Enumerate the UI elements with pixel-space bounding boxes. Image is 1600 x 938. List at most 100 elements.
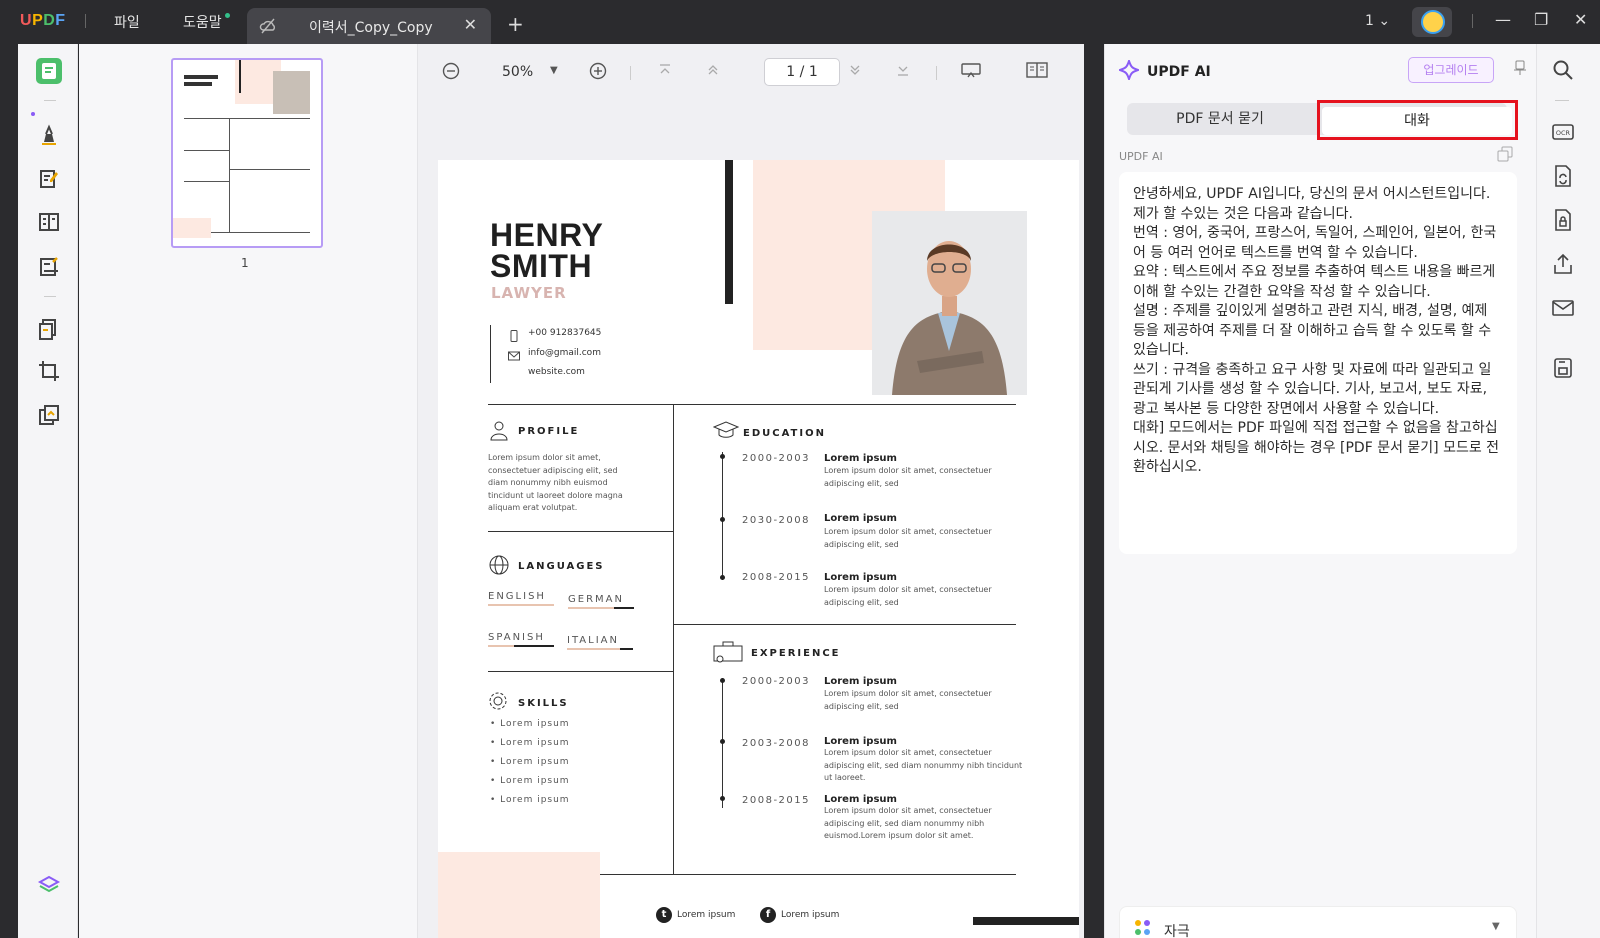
- highlight-box: [1317, 100, 1518, 140]
- experience-year: 2003-2008: [742, 738, 811, 749]
- zoom-in-icon[interactable]: [589, 62, 607, 84]
- menu-help[interactable]: 도움말: [183, 12, 222, 32]
- timeline-dot: [720, 739, 725, 744]
- next-page-icon[interactable]: [848, 62, 862, 81]
- ocr-icon[interactable]: OCR: [1551, 120, 1575, 144]
- message-sender-label: UPDF AI: [1119, 150, 1163, 163]
- layers-icon[interactable]: [36, 872, 62, 898]
- chevron-down-icon: ▼: [1492, 921, 1500, 932]
- view-toolbar: 50% ▼ 1 / 1: [418, 44, 1084, 100]
- tab-ask-pdf[interactable]: PDF 문서 묻기: [1127, 103, 1313, 135]
- account-button[interactable]: [1412, 7, 1452, 37]
- language-item: ENGLISH: [488, 591, 546, 602]
- experience-title: Lorem ipsum: [824, 736, 897, 747]
- experience-text: Lorem ipsum dolor sit amet, consectetuer…: [824, 689, 992, 711]
- experience-heading: EXPERIENCE: [751, 648, 841, 659]
- thumb-rule: [229, 169, 310, 170]
- resume-name: HENRY SMITH: [490, 219, 603, 282]
- crop-icon[interactable]: [36, 358, 62, 384]
- thumb-rule: [229, 118, 230, 232]
- toolbar-separator: [936, 66, 937, 80]
- pin-icon[interactable]: [1513, 60, 1527, 80]
- thumb-rule: [184, 150, 229, 151]
- section-rule: [488, 671, 673, 672]
- experience-text: Lorem ipsum dolor sit amet, consectetuer…: [824, 806, 992, 840]
- restore-button[interactable]: ❐: [1534, 10, 1548, 29]
- document-tab[interactable]: 이력서_Copy_Copy ✕: [247, 8, 491, 44]
- thumbnail-page-number: 1: [241, 256, 249, 270]
- current-page: 1: [786, 64, 796, 80]
- message-paragraph: 안녕하세요, UPDF AI입니다, 당신의 문서 어시스턴트입니다. 제가 할…: [1133, 186, 1491, 222]
- language-level-fill: [614, 607, 634, 609]
- page-number-input[interactable]: 1 / 1: [764, 58, 840, 86]
- education-timeline: [722, 452, 723, 580]
- active-indicator-dot: [31, 112, 35, 116]
- page-tools-icon[interactable]: [36, 402, 62, 428]
- svg-text:OCR: OCR: [1556, 129, 1571, 137]
- form-icon[interactable]: [36, 209, 62, 235]
- reader-mode-icon[interactable]: [36, 58, 62, 84]
- contact-divider: [490, 325, 491, 383]
- page-separator: /: [799, 64, 805, 80]
- skill-item: • Lorem ipsum: [490, 738, 570, 748]
- first-page-icon[interactable]: [658, 62, 672, 81]
- search-icon[interactable]: [1551, 58, 1575, 82]
- highlighter-icon[interactable]: [36, 122, 62, 148]
- experience-title: Lorem ipsum: [824, 676, 897, 687]
- ai-assistant-panel: UPDF AI 업그레이드 PDF 문서 묻기 대화 UPDF AI 안녕하세요…: [1104, 44, 1536, 938]
- menu-file[interactable]: 파일: [114, 12, 140, 32]
- zoom-dropdown-icon[interactable]: ▼: [550, 65, 558, 76]
- previous-page-icon[interactable]: [706, 62, 720, 81]
- email-icon[interactable]: [1551, 296, 1575, 320]
- protect-icon[interactable]: [1551, 208, 1575, 232]
- language-item: GERMAN: [568, 594, 624, 605]
- decorative-black-bar: [973, 917, 1079, 925]
- message-paragraph: 대화] 모드에서는 PDF 파일에 직접 접근할 수 없음을 참고하십시오. 문…: [1133, 420, 1500, 475]
- convert-icon[interactable]: [1551, 164, 1575, 188]
- edit-pdf-icon[interactable]: [36, 166, 62, 192]
- rail-divider: [44, 296, 56, 297]
- prompt-selector[interactable]: 자극 ▼: [1119, 906, 1517, 938]
- page-thumbnail[interactable]: [171, 58, 323, 248]
- page-display-icon[interactable]: [1026, 62, 1048, 82]
- education-text: Lorem ipsum dolor sit amet, consectetuer…: [824, 585, 992, 607]
- timeline-dot: [720, 796, 725, 801]
- document-page[interactable]: HENRY SMITH LAWYER +00 912837645 info@gm…: [438, 160, 1079, 938]
- share-icon[interactable]: [1551, 252, 1575, 276]
- education-text: Lorem ipsum dolor sit amet, consectetuer…: [824, 466, 992, 488]
- education-title: Lorem ipsum: [824, 513, 897, 524]
- organize-pages-icon[interactable]: [36, 316, 62, 342]
- help-notification-dot: [225, 13, 230, 18]
- last-page-icon[interactable]: [896, 62, 910, 81]
- close-window-button[interactable]: ✕: [1574, 10, 1587, 29]
- zoom-out-icon[interactable]: [442, 62, 460, 84]
- globe-icon: [488, 554, 510, 580]
- fill-sign-icon[interactable]: [36, 254, 62, 280]
- page-selector[interactable]: 1 ⌄: [1365, 13, 1390, 29]
- skills-heading: SKILLS: [518, 698, 569, 709]
- tab-close-button[interactable]: ✕: [464, 15, 477, 34]
- new-tab-button[interactable]: +: [507, 12, 524, 36]
- presentation-icon[interactable]: [961, 62, 981, 82]
- timeline-dot: [720, 575, 725, 580]
- education-year: 2008-2015: [742, 572, 811, 583]
- minimize-button[interactable]: —: [1495, 10, 1511, 29]
- education-text: Lorem ipsum dolor sit amet, consectetuer…: [824, 527, 992, 549]
- section-rule: [488, 404, 1016, 405]
- skill-item: • Lorem ipsum: [490, 719, 570, 729]
- updf-ai-icon: [1116, 57, 1142, 84]
- language-level-fill: [620, 648, 633, 650]
- updf-logo[interactable]: UPDF: [20, 12, 66, 30]
- rail-divider: [44, 100, 56, 101]
- phone-icon: [508, 327, 520, 342]
- skill-item: • Lorem ipsum: [490, 795, 570, 805]
- thumb-rule: [184, 118, 310, 119]
- save-icon[interactable]: [1551, 356, 1575, 380]
- message-paragraph: 설명 : 주제를 깊이있게 설명하고 관련 지식, 배경, 설명, 예제 등을 …: [1133, 303, 1492, 358]
- ai-mode-switch: PDF 문서 묻기 대화: [1127, 100, 1518, 140]
- copy-icon[interactable]: [1497, 146, 1513, 166]
- user-icon: [488, 419, 510, 445]
- upgrade-button[interactable]: 업그레이드: [1408, 57, 1494, 83]
- twitter-handle: Lorem ipsum: [677, 910, 736, 920]
- zoom-level[interactable]: 50%: [502, 64, 533, 80]
